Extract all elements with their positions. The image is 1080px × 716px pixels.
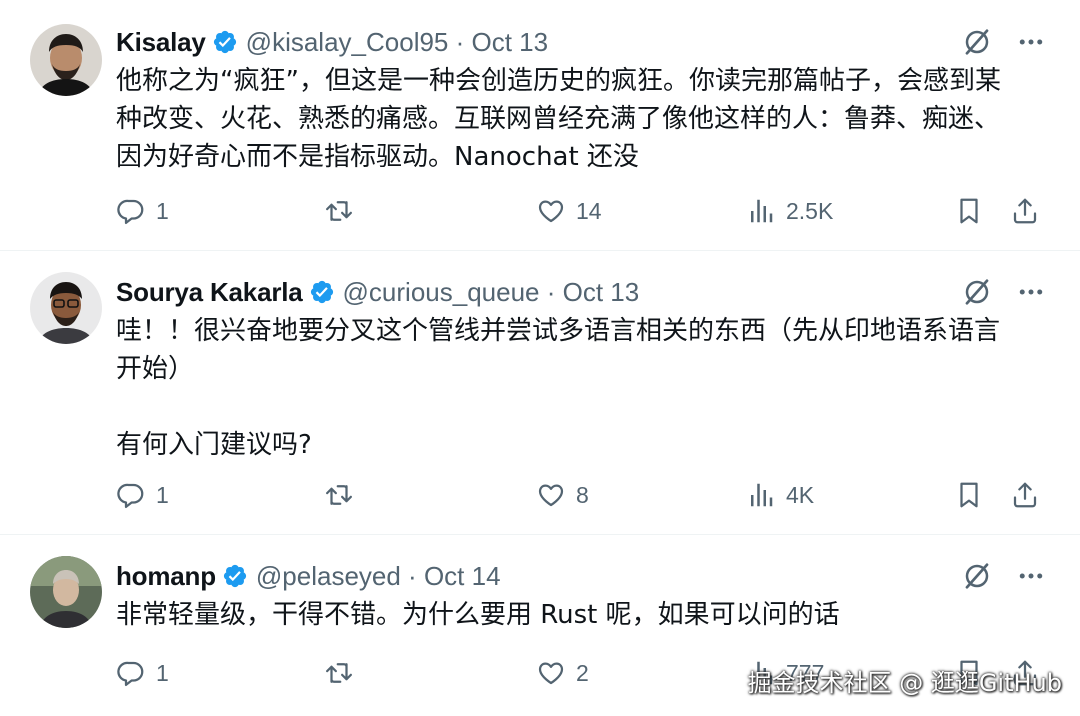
tweet-text: 哇！！很兴奋地要分叉这个管线并尝试多语言相关的东西（先从印地语系语言 开始） 有… [116,312,1046,464]
author-handle-date[interactable]: @kisalay_Cool95 · Oct 13 [246,27,548,58]
share-icon [1010,196,1040,226]
retweet-icon [324,480,354,510]
reply-icon [116,196,146,226]
verified-badge-icon [309,279,335,305]
views-icon [746,196,776,226]
bookmark-icon [954,480,984,510]
like-count: 14 [576,197,602,224]
avatar[interactable] [30,556,102,628]
like-icon [536,658,566,688]
grok-icon[interactable] [962,27,992,57]
views-icon [746,480,776,510]
reply-icon [116,480,146,510]
more-icon[interactable] [1016,27,1046,57]
like-count: 2 [576,659,589,686]
like-count: 8 [576,481,589,508]
views-button[interactable]: 4K [746,475,814,515]
like-button[interactable]: 8 [536,475,589,515]
action-bar: 1 14 2.5K [116,191,1046,231]
author-handle-date[interactable]: @pelaseyed · Oct 14 [256,561,501,592]
reply-count: 1 [156,659,169,686]
like-button[interactable]: 2 [536,653,589,693]
bookmark-button[interactable] [954,475,984,515]
like-icon [536,480,566,510]
tweet-text-line: 有何入门建议吗? [116,430,312,460]
action-bar: 1 8 4K [116,475,1046,515]
bookmark-button[interactable] [954,191,984,231]
share-button[interactable] [1010,475,1040,515]
tweet-1[interactable]: Kisalay @kisalay_Cool95 · Oct 13 他称之为“疯狂… [0,0,1080,251]
more-icon[interactable] [1016,277,1046,307]
tweet-2[interactable]: Sourya Kakarla @curious_queue · Oct 13 哇… [0,250,1080,535]
verified-badge-icon [212,29,238,55]
reply-count: 1 [156,197,169,224]
views-count: 4K [786,481,815,508]
author-name[interactable]: Sourya Kakarla [116,277,303,308]
reply-count: 1 [156,481,169,508]
tweet-text-line: 他称之为“疯狂”，但这是一种会创造历史的疯狂。你读完那篇帖子，会感到某 [116,66,1001,96]
reply-button[interactable]: 1 [116,475,169,515]
retweet-button[interactable] [324,191,354,231]
bookmark-icon [954,196,984,226]
tweet-text-line: 因为好奇心而不是指标驱动。Nanochat 还没 [116,142,639,172]
avatar[interactable] [30,24,102,96]
tweet-text: 他称之为“疯狂”，但这是一种会创造历史的疯狂。你读完那篇帖子，会感到某 种改变、… [116,62,1046,176]
share-button[interactable] [1010,191,1040,231]
grok-icon[interactable] [962,561,992,591]
author-name[interactable]: homanp [116,561,216,592]
tweet-text-line: 非常轻量级，干得不错。为什么要用 Rust 呢，如果可以问的话 [116,600,840,630]
reply-icon [116,658,146,688]
retweet-icon [324,658,354,688]
share-icon [1010,480,1040,510]
author-handle-date[interactable]: @curious_queue · Oct 13 [343,277,640,308]
watermark: 掘金技术社区 @ 逛逛GitHub [747,669,1062,697]
retweet-button[interactable] [324,475,354,515]
like-button[interactable]: 14 [536,191,602,231]
tweet-text-line: 哇！！很兴奋地要分叉这个管线并尝试多语言相关的东西（先从印地语系语言 [116,316,1001,346]
views-count: 2.5K [786,197,834,224]
tweet-text-line: 开始） [116,354,195,384]
author-name[interactable]: Kisalay [116,27,206,58]
views-button[interactable]: 2.5K [746,191,833,231]
tweet-text-line: 种改变、火花、熟悉的痛感。互联网曾经充满了像他这样的人：鲁莽、痴迷、 [116,104,1001,134]
reply-button[interactable]: 1 [116,191,169,231]
retweet-button[interactable] [324,653,354,693]
like-icon [536,196,566,226]
more-icon[interactable] [1016,561,1046,591]
avatar[interactable] [30,272,102,344]
retweet-icon [324,196,354,226]
reply-button[interactable]: 1 [116,653,169,693]
verified-badge-icon [222,563,248,589]
grok-icon[interactable] [962,277,992,307]
tweet-text: 非常轻量级，干得不错。为什么要用 Rust 呢，如果可以问的话 [116,596,1046,634]
